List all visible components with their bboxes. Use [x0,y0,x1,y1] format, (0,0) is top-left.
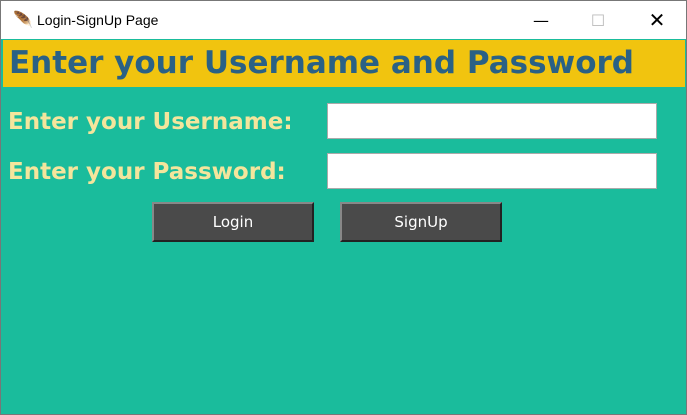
minimize-icon: — [533,10,549,30]
maximize-button[interactable]: ☐ [575,1,621,39]
signup-button[interactable]: SignUp [340,202,502,242]
page-heading: Enter your Username and Password [3,40,685,87]
password-input[interactable] [327,153,657,189]
close-icon: ✕ [648,8,666,32]
app-window: 🪶 Login-SignUp Page — ☐ ✕ Enter your Use… [0,0,687,415]
maximize-icon: ☐ [590,10,606,30]
password-label: Enter your Password: [8,159,286,185]
username-label: Enter your Username: [8,109,293,135]
username-input[interactable] [327,103,657,139]
title-bar: 🪶 Login-SignUp Page — ☐ ✕ [1,1,686,39]
minimize-button[interactable]: — [518,1,564,39]
window-title: Login-SignUp Page [37,12,159,28]
feather-icon: 🪶 [13,10,33,29]
close-button[interactable]: ✕ [634,1,680,39]
login-button[interactable]: Login [152,202,314,242]
